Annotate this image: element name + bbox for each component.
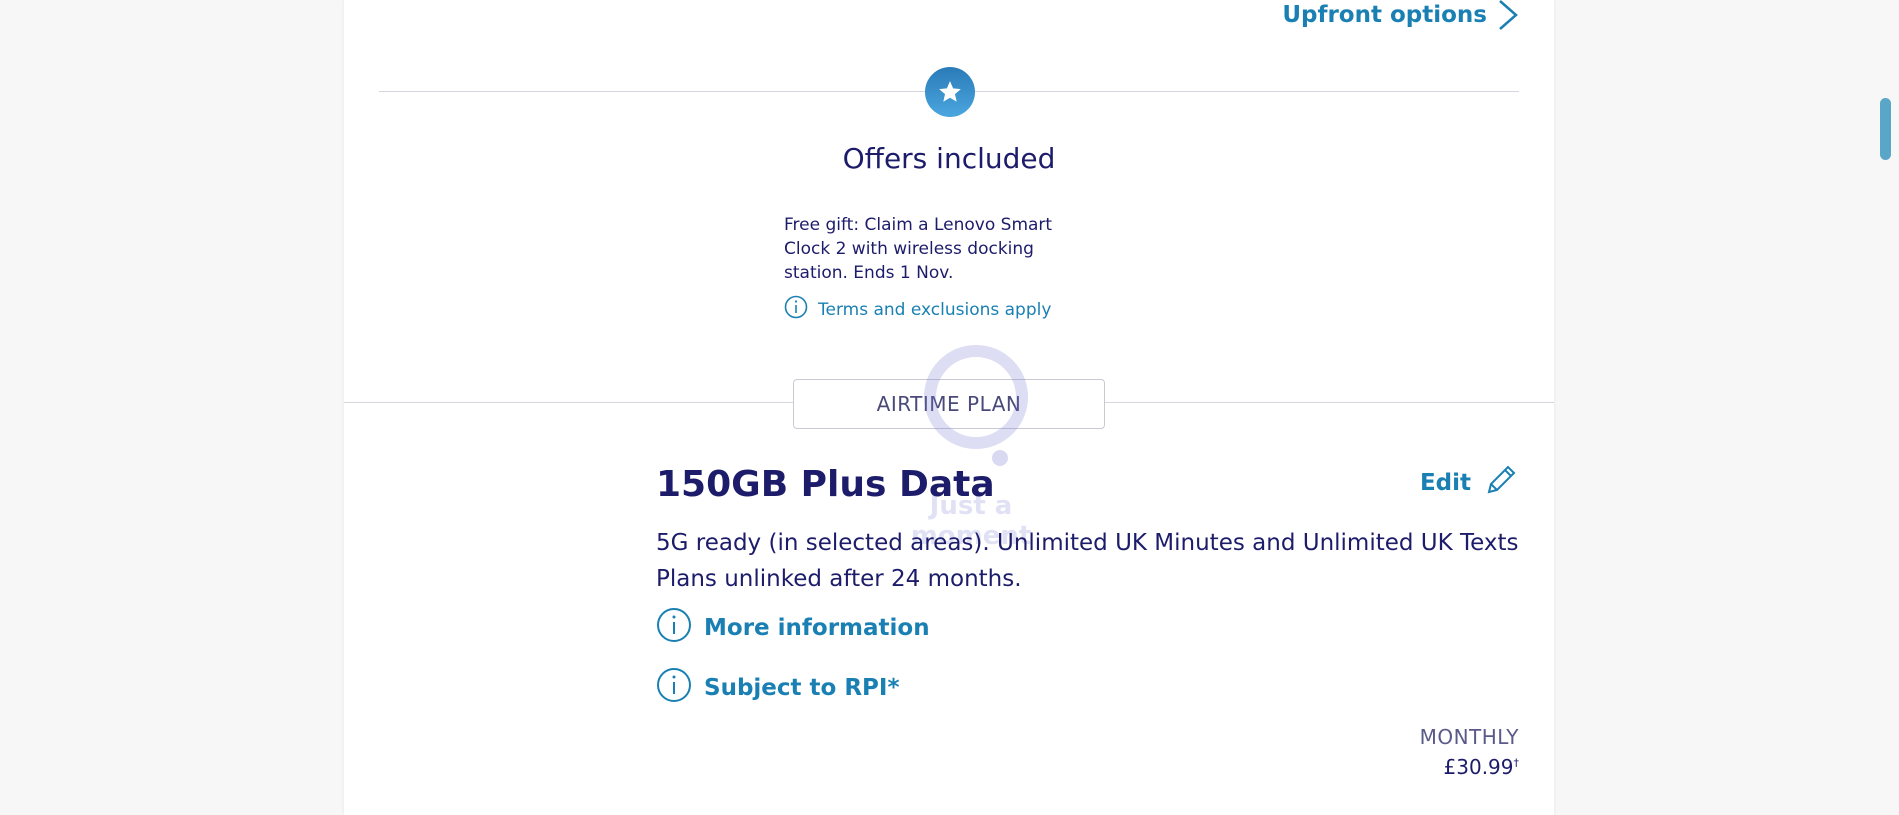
offers-title: Offers included	[842, 142, 1056, 175]
subject-to-rpi-link[interactable]: Subject to RPI*	[656, 667, 899, 709]
info-icon	[656, 667, 692, 709]
terms-link[interactable]: Terms and exclusions apply	[784, 295, 1051, 324]
monthly-price-block: MONTHLY £30.99†	[1420, 725, 1519, 779]
more-information-label: More information	[704, 615, 930, 641]
info-icon	[784, 295, 808, 324]
price-marker: †	[1513, 756, 1520, 770]
terms-label: Terms and exclusions apply	[818, 299, 1052, 320]
edit-plan-button[interactable]: Edit	[1420, 462, 1519, 504]
monthly-price-value: £30.99	[1443, 755, 1514, 779]
plan-description-line: Plans unlinked after 24 months.	[656, 566, 1022, 592]
airtime-plan-label: AIRTIME PLAN	[793, 379, 1105, 429]
subject-to-rpi-label: Subject to RPI*	[704, 675, 900, 701]
scrollbar-thumb[interactable]	[1880, 98, 1891, 160]
plan-card: Upfront options Offers included Free gif…	[344, 0, 1554, 815]
plan-title: 150GB Plus Data	[656, 464, 995, 505]
edit-label: Edit	[1419, 470, 1471, 496]
pencil-icon	[1483, 462, 1519, 504]
upfront-options-label: Upfront options	[1282, 2, 1487, 28]
chevron-right-icon	[1497, 0, 1519, 31]
plan-description: 5G ready (in selected areas). Unlimited …	[656, 525, 1536, 597]
more-information-link[interactable]: More information	[656, 607, 930, 649]
plan-description-line: 5G ready (in selected areas). Unlimited …	[656, 530, 1519, 556]
monthly-price: £30.99†	[1420, 755, 1519, 779]
star-icon	[925, 67, 975, 117]
offer-description: Free gift: Claim a Lenovo Smart Clock 2 …	[784, 215, 1053, 283]
upfront-options-link[interactable]: Upfront options	[1282, 0, 1519, 30]
info-icon	[656, 607, 692, 649]
monthly-label: MONTHLY	[1419, 725, 1519, 749]
